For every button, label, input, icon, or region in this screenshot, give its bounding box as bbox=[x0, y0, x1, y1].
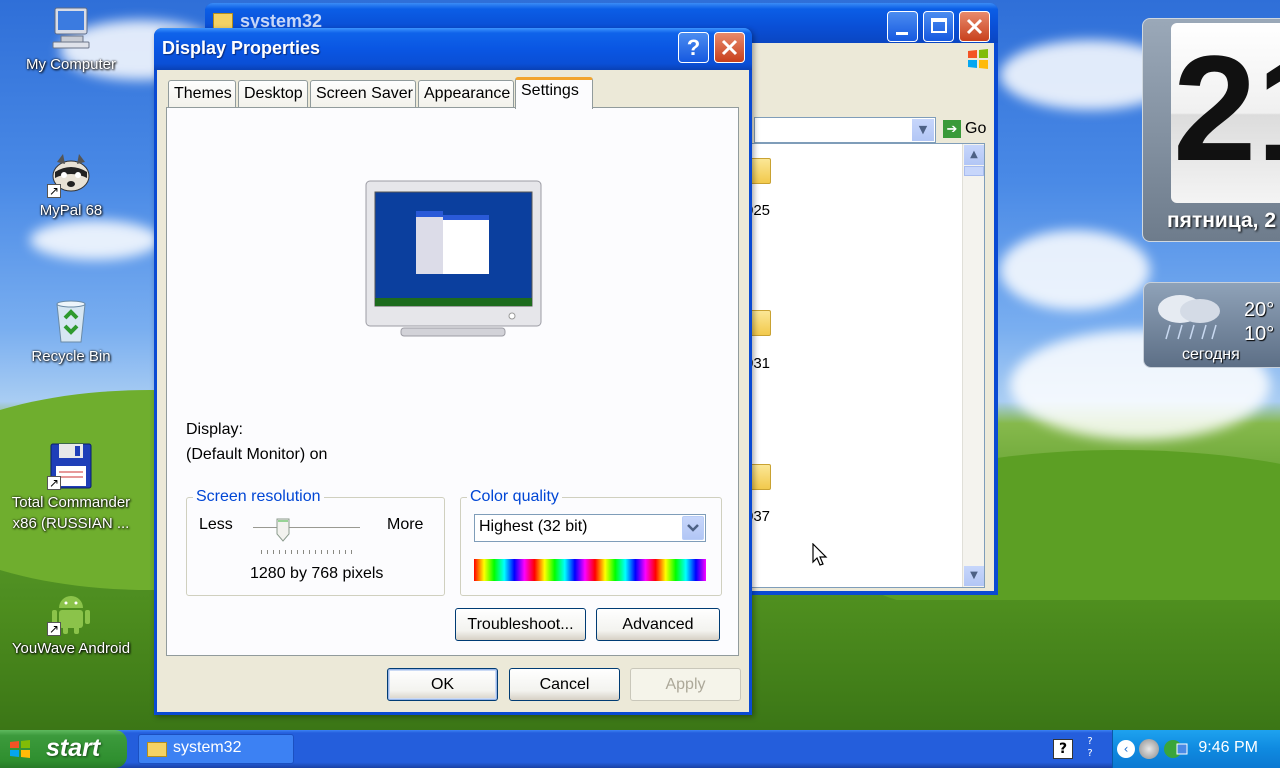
windows-logo-icon bbox=[8, 738, 32, 760]
slider-ticks bbox=[261, 550, 357, 554]
file-list[interactable]: 025 031 037 ▲ ▼ bbox=[743, 143, 985, 588]
taskbar-item-system32[interactable]: system32 bbox=[138, 734, 294, 764]
recycle-bin-icon bbox=[47, 296, 95, 344]
desktop-icon-total-commander[interactable]: Total Commander x86 (RUSSIAN ... bbox=[0, 442, 143, 534]
apply-button[interactable]: Apply bbox=[630, 668, 741, 701]
language-tray-icon[interactable]: ?? bbox=[1080, 736, 1100, 762]
tab-settings[interactable]: Settings bbox=[515, 77, 593, 109]
minimize-icon bbox=[896, 32, 908, 35]
dialog-title: Display Properties bbox=[162, 38, 321, 58]
rain-cloud-icon bbox=[1150, 289, 1230, 345]
network-tray-icon[interactable] bbox=[1163, 738, 1189, 760]
minimize-button[interactable] bbox=[887, 11, 918, 42]
more-label: More bbox=[387, 516, 424, 533]
advanced-button[interactable]: Advanced bbox=[596, 608, 720, 641]
cloud bbox=[1000, 230, 1150, 310]
weather-day: сегодня bbox=[1182, 346, 1240, 363]
less-label: Less bbox=[199, 516, 233, 533]
go-button[interactable]: ➔ Go bbox=[941, 117, 993, 143]
display-label: Display: bbox=[186, 421, 243, 438]
folder-icon bbox=[147, 742, 167, 757]
resolution-slider-track[interactable] bbox=[253, 527, 360, 530]
weather-gadget[interactable]: 20° 10° сегодня bbox=[1143, 282, 1280, 368]
close-icon bbox=[966, 18, 983, 35]
cancel-button[interactable]: Cancel bbox=[509, 668, 620, 701]
windows-logo-icon bbox=[964, 45, 992, 73]
taskbar-item-label: system32 bbox=[173, 739, 242, 756]
scroll-thumb[interactable] bbox=[964, 166, 984, 176]
weather-low: 10° bbox=[1244, 323, 1275, 345]
resolution-slider-thumb[interactable] bbox=[276, 518, 290, 542]
desktop-icon-label: MyPal 68 bbox=[39, 202, 103, 219]
raccoon-icon bbox=[47, 150, 95, 202]
desktop-icon-youwave[interactable]: YouWave Android bbox=[0, 588, 143, 659]
dialog-title-bar[interactable]: Display Properties ? bbox=[154, 28, 752, 70]
mouse-cursor-icon bbox=[812, 542, 828, 567]
cloud bbox=[30, 220, 160, 260]
display-properties-dialog[interactable]: Display Properties ? Themes Desktop Scre… bbox=[154, 28, 752, 715]
vertical-scrollbar[interactable]: ▲ ▼ bbox=[962, 144, 984, 587]
go-label: Go bbox=[965, 120, 987, 137]
tab-themes[interactable]: Themes bbox=[168, 80, 236, 108]
scroll-up-icon[interactable]: ▲ bbox=[964, 145, 984, 165]
settings-page: Display: (Default Monitor) on Screen res… bbox=[166, 107, 739, 656]
desktop-icon-label: My Computer bbox=[25, 56, 117, 73]
close-button[interactable] bbox=[959, 11, 990, 42]
monitor-preview bbox=[365, 180, 543, 340]
group-title: Color quality bbox=[467, 488, 562, 506]
resolution-value: 1280 by 768 pixels bbox=[250, 565, 384, 582]
shortcut-arrow-icon bbox=[47, 619, 61, 640]
desktop-icon-label: YouWave Android bbox=[11, 640, 131, 657]
shortcut-arrow-icon bbox=[47, 473, 61, 494]
close-icon bbox=[721, 39, 738, 56]
weather-high: 20° bbox=[1244, 299, 1275, 321]
day-label: пятница, 2 bbox=[1167, 209, 1277, 232]
taskbar-clock[interactable]: 9:46 PM bbox=[1198, 739, 1258, 757]
ok-button[interactable]: OK bbox=[387, 668, 498, 701]
chevron-down-icon[interactable]: ▼ bbox=[912, 119, 934, 141]
chevron-left-icon[interactable]: ‹ bbox=[1117, 740, 1135, 758]
flip-clock-face: 21 bbox=[1171, 23, 1280, 203]
desktop-icon-label: Recycle Bin bbox=[31, 348, 111, 365]
android-robot-icon bbox=[47, 588, 95, 640]
desktop: My Computer MyPal 68 Recycle Bin bbox=[0, 0, 1280, 730]
screen-resolution-group: Screen resolution Less More 1280 by 768 … bbox=[186, 488, 445, 596]
go-arrow-icon: ➔ bbox=[943, 120, 961, 138]
dialog-face: Themes Desktop Screen Saver Appearance S… bbox=[157, 70, 749, 712]
system-tray: ‹ 9:46 PM bbox=[1112, 730, 1280, 768]
color-spectrum-bar bbox=[474, 559, 706, 581]
start-button[interactable]: start bbox=[0, 730, 127, 768]
help-button[interactable]: ? bbox=[678, 32, 709, 63]
help-tray-icon[interactable]: ? bbox=[1053, 739, 1073, 759]
tab-screen-saver[interactable]: Screen Saver bbox=[310, 80, 416, 108]
taskbar: start system32 ? ?? ‹ 9:46 PM bbox=[0, 730, 1280, 768]
troubleshoot-button[interactable]: Troubleshoot... bbox=[455, 608, 586, 641]
color-quality-group: Color quality Highest (32 bit) bbox=[460, 488, 722, 596]
clock-gadget[interactable]: 21 пятница, 2 bbox=[1142, 18, 1280, 242]
volume-tray-icon[interactable] bbox=[1139, 739, 1159, 759]
maximize-button[interactable] bbox=[923, 11, 954, 42]
computer-icon bbox=[47, 4, 95, 52]
desktop-icon-my-computer[interactable]: My Computer bbox=[0, 4, 143, 75]
display-value: (Default Monitor) on bbox=[186, 446, 328, 463]
desktop-icon-mypal[interactable]: MyPal 68 bbox=[0, 150, 143, 221]
color-quality-value: Highest (32 bit) bbox=[479, 518, 588, 535]
shortcut-arrow-icon bbox=[47, 181, 61, 202]
chevron-down-icon[interactable] bbox=[682, 516, 704, 540]
address-field[interactable]: ▼ bbox=[754, 117, 936, 143]
desktop-icon-label: Total Commander x86 (RUSSIAN ... bbox=[11, 494, 131, 532]
group-title: Screen resolution bbox=[193, 488, 324, 506]
folder-icon bbox=[213, 13, 233, 29]
dialog-close-button[interactable] bbox=[714, 32, 745, 63]
tab-appearance[interactable]: Appearance bbox=[418, 80, 514, 108]
help-icon: ? bbox=[686, 35, 701, 60]
floppy-disk-icon bbox=[47, 442, 95, 494]
color-quality-select[interactable]: Highest (32 bit) bbox=[474, 514, 706, 542]
tab-desktop[interactable]: Desktop bbox=[238, 80, 308, 108]
start-label: start bbox=[46, 734, 101, 762]
clock-digits: 21 bbox=[1173, 24, 1280, 192]
scroll-down-icon[interactable]: ▼ bbox=[964, 566, 984, 586]
maximize-icon bbox=[931, 18, 947, 33]
desktop-icon-recycle-bin[interactable]: Recycle Bin bbox=[0, 296, 143, 367]
